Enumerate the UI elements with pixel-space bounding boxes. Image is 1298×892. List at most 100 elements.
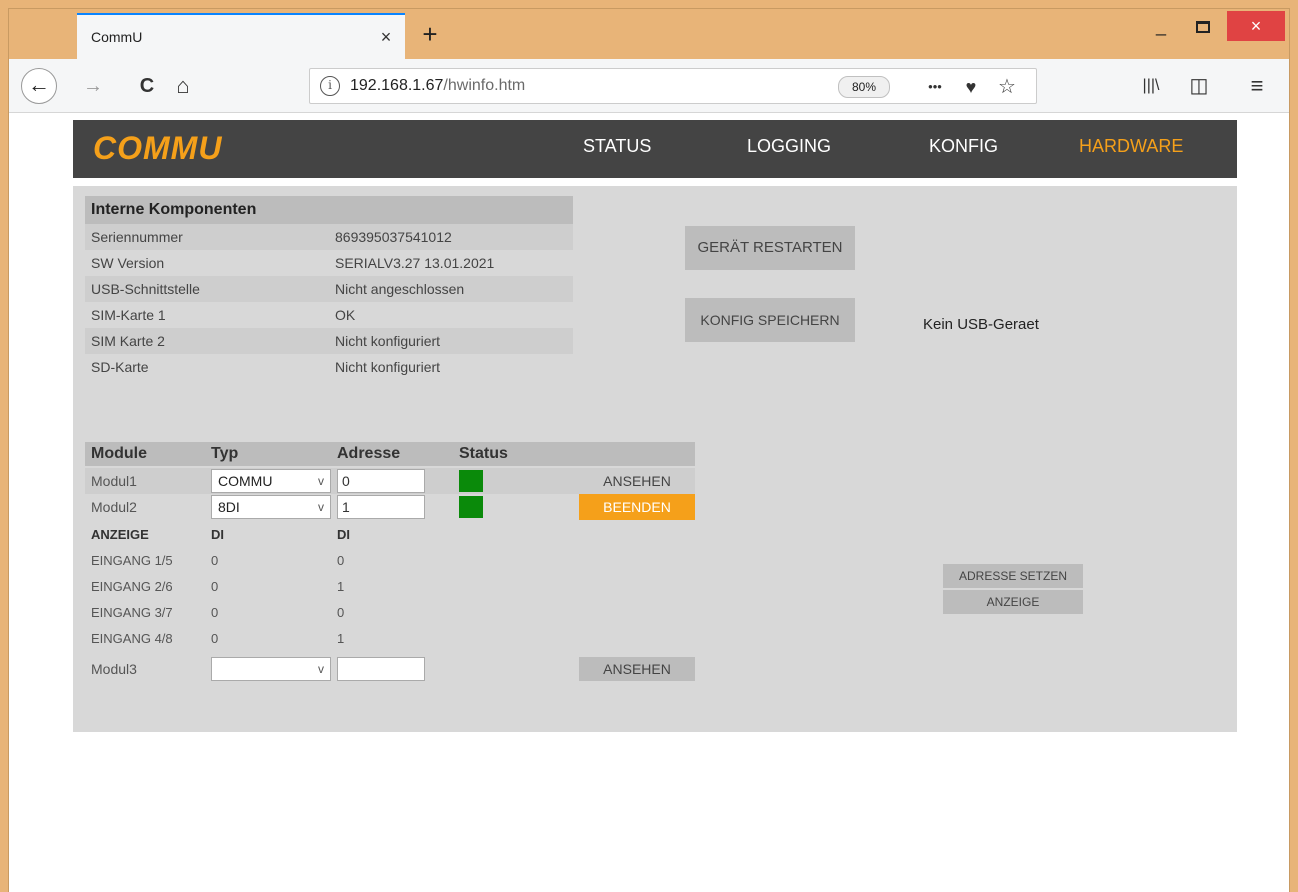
end-module-button[interactable]: BEENDEN [579,494,695,520]
komponenten-row: Seriennummer 869395037541012 [85,224,573,250]
komponenten-row: SD-Karte Nicht konfiguriert [85,354,573,380]
menu-icon[interactable]: ≡ [1243,72,1271,100]
module-row: Modul1 COMMU v 0 ANSEHEN [85,468,695,494]
komponenten-label: SIM Karte 2 [91,333,165,349]
browser-tab[interactable]: CommU × [77,13,405,59]
view-module-button[interactable]: ANSEHEN [579,657,695,681]
sidebar-icon[interactable]: ◫ [1185,72,1213,100]
chevron-down-icon: v [318,500,324,514]
forward-arrow-icon[interactable]: → [79,72,107,100]
view-module-button[interactable]: ANSEHEN [579,468,695,494]
komponenten-row: SW Version SERIALV3.27 13.01.2021 [85,250,573,276]
module-label: Modul2 [91,499,137,515]
anzeige-row: EINGANG 4/8 0 1 [85,626,485,652]
close-window-button[interactable]: × [1227,11,1285,41]
eingang-value: 1 [337,631,345,646]
komponenten-value: Nicht konfiguriert [335,359,441,375]
module-label: Modul1 [91,473,137,489]
eingang-label: EINGANG 1/5 [91,553,173,568]
eingang-value: 1 [337,579,345,594]
eingang-label: EINGANG 4/8 [91,631,173,646]
module-type-select[interactable]: v [211,657,331,681]
restart-device-button[interactable]: GERÄT RESTARTEN [685,226,855,270]
menu-item-logging[interactable]: LOGGING [747,136,831,157]
reload-icon[interactable]: C [133,72,161,100]
modules-header-typ: Typ [211,445,239,462]
hardware-panel: Interne Komponenten Seriennummer 8693950… [73,186,1237,732]
display-button[interactable]: ANZEIGE [943,590,1083,614]
module-address-input[interactable]: 1 [337,495,425,519]
komponenten-value: OK [335,307,356,323]
komponenten-value: 869395037541012 [335,229,452,245]
komponenten-title: Interne Komponenten [85,196,573,224]
komponenten-label: SD-Karte [91,359,149,375]
eingang-value: 0 [337,553,345,568]
module-status-indicator [459,496,483,518]
eingang-value: 0 [211,553,219,568]
library-icon[interactable]: |||\ [1137,72,1165,100]
module-type-value: COMMU [218,473,273,489]
maximize-button[interactable] [1181,11,1225,41]
module-type-value: 8DI [218,499,240,515]
module-type-select[interactable]: 8DI v [211,495,331,519]
komponenten-label: SW Version [91,255,165,271]
module-type-select[interactable]: COMMU v [211,469,331,493]
back-arrow-icon[interactable]: ← [21,68,57,104]
module-row: Modul2 8DI v 1 BEENDEN [85,494,695,520]
navigation-bar: ← → C ⌂ i 192.168.1.67/hwinfo.htm 80% ••… [9,59,1289,113]
url-host: 192.168.1.67 [350,77,444,94]
pocket-icon[interactable]: ♥ [958,75,984,99]
eingang-label: EINGANG 3/7 [91,605,173,620]
bookmark-star-icon[interactable]: ☆ [994,75,1020,99]
anzeige-header: ANZEIGE DI DI [85,522,485,548]
modules-header-module: Module [91,445,147,462]
komponenten-label: SIM-Karte 1 [91,307,166,323]
komponenten-label: Seriennummer [91,229,183,245]
anzeige-row: EINGANG 3/7 0 0 [85,600,485,626]
tab-title: CommU [91,29,143,45]
eingang-value: 0 [211,605,219,620]
site-header: COMMU STATUS LOGGING KONFIG HARDWARE [73,120,1237,178]
tab-strip: CommU × + _ × [9,9,1289,59]
module-label: Modul3 [91,661,137,677]
eingang-value: 0 [337,605,345,620]
komponenten-row: SIM Karte 2 Nicht konfiguriert [85,328,573,354]
module-address-input[interactable]: 0 [337,469,425,493]
anzeige-row: EINGANG 1/5 0 0 [85,548,485,574]
komponenten-row: SIM-Karte 1 OK [85,302,573,328]
more-actions-icon[interactable]: ••• [922,75,948,99]
browser-window: CommU × + _ × ← → C ⌂ i 192.168.1.67/hwi… [8,8,1290,892]
anzeige-header-label: ANZEIGE [91,527,149,542]
komponenten-row: USB-Schnittstelle Nicht angeschlossen [85,276,573,302]
close-tab-icon[interactable]: × [367,27,405,48]
set-address-button[interactable]: ADRESSE SETZEN [943,564,1083,588]
eingang-value: 0 [211,579,219,594]
anzeige-row: EINGANG 2/6 0 1 [85,574,485,600]
module-row: Modul3 v ANSEHEN [85,656,695,682]
komponenten-value: SERIALV3.27 13.01.2021 [335,255,495,271]
new-tab-button[interactable]: + [413,17,447,53]
usb-status-text: Kein USB-Geraet [923,316,1039,333]
module-address-input[interactable] [337,657,425,681]
home-icon[interactable]: ⌂ [169,72,197,100]
eingang-value: 0 [211,631,219,646]
modules-header: Module Typ Adresse Status [85,442,695,466]
chevron-down-icon: v [318,474,324,488]
zoom-level-button[interactable]: 80% [838,76,890,98]
komponenten-value: Nicht angeschlossen [335,281,465,297]
maximize-icon [1196,21,1210,34]
url-text[interactable]: 192.168.1.67/hwinfo.htm [350,77,525,95]
eingang-label: EINGANG 2/6 [91,579,173,594]
menu-item-status[interactable]: STATUS [583,136,651,157]
url-path: /hwinfo.htm [443,77,526,94]
save-config-button[interactable]: KONFIG SPEICHERN [685,298,855,342]
menu-item-hardware[interactable]: HARDWARE [1079,136,1183,157]
menu-item-konfig[interactable]: KONFIG [929,136,998,157]
anzeige-header-di1: DI [211,527,224,542]
modules-header-adresse: Adresse [337,445,401,462]
info-icon[interactable]: i [320,76,340,96]
anzeige-header-di2: DI [337,527,350,542]
minimize-button[interactable]: _ [1141,11,1181,41]
modules-header-status: Status [459,445,508,462]
url-bar[interactable]: i 192.168.1.67/hwinfo.htm 80% ••• ♥ ☆ [309,68,1037,104]
